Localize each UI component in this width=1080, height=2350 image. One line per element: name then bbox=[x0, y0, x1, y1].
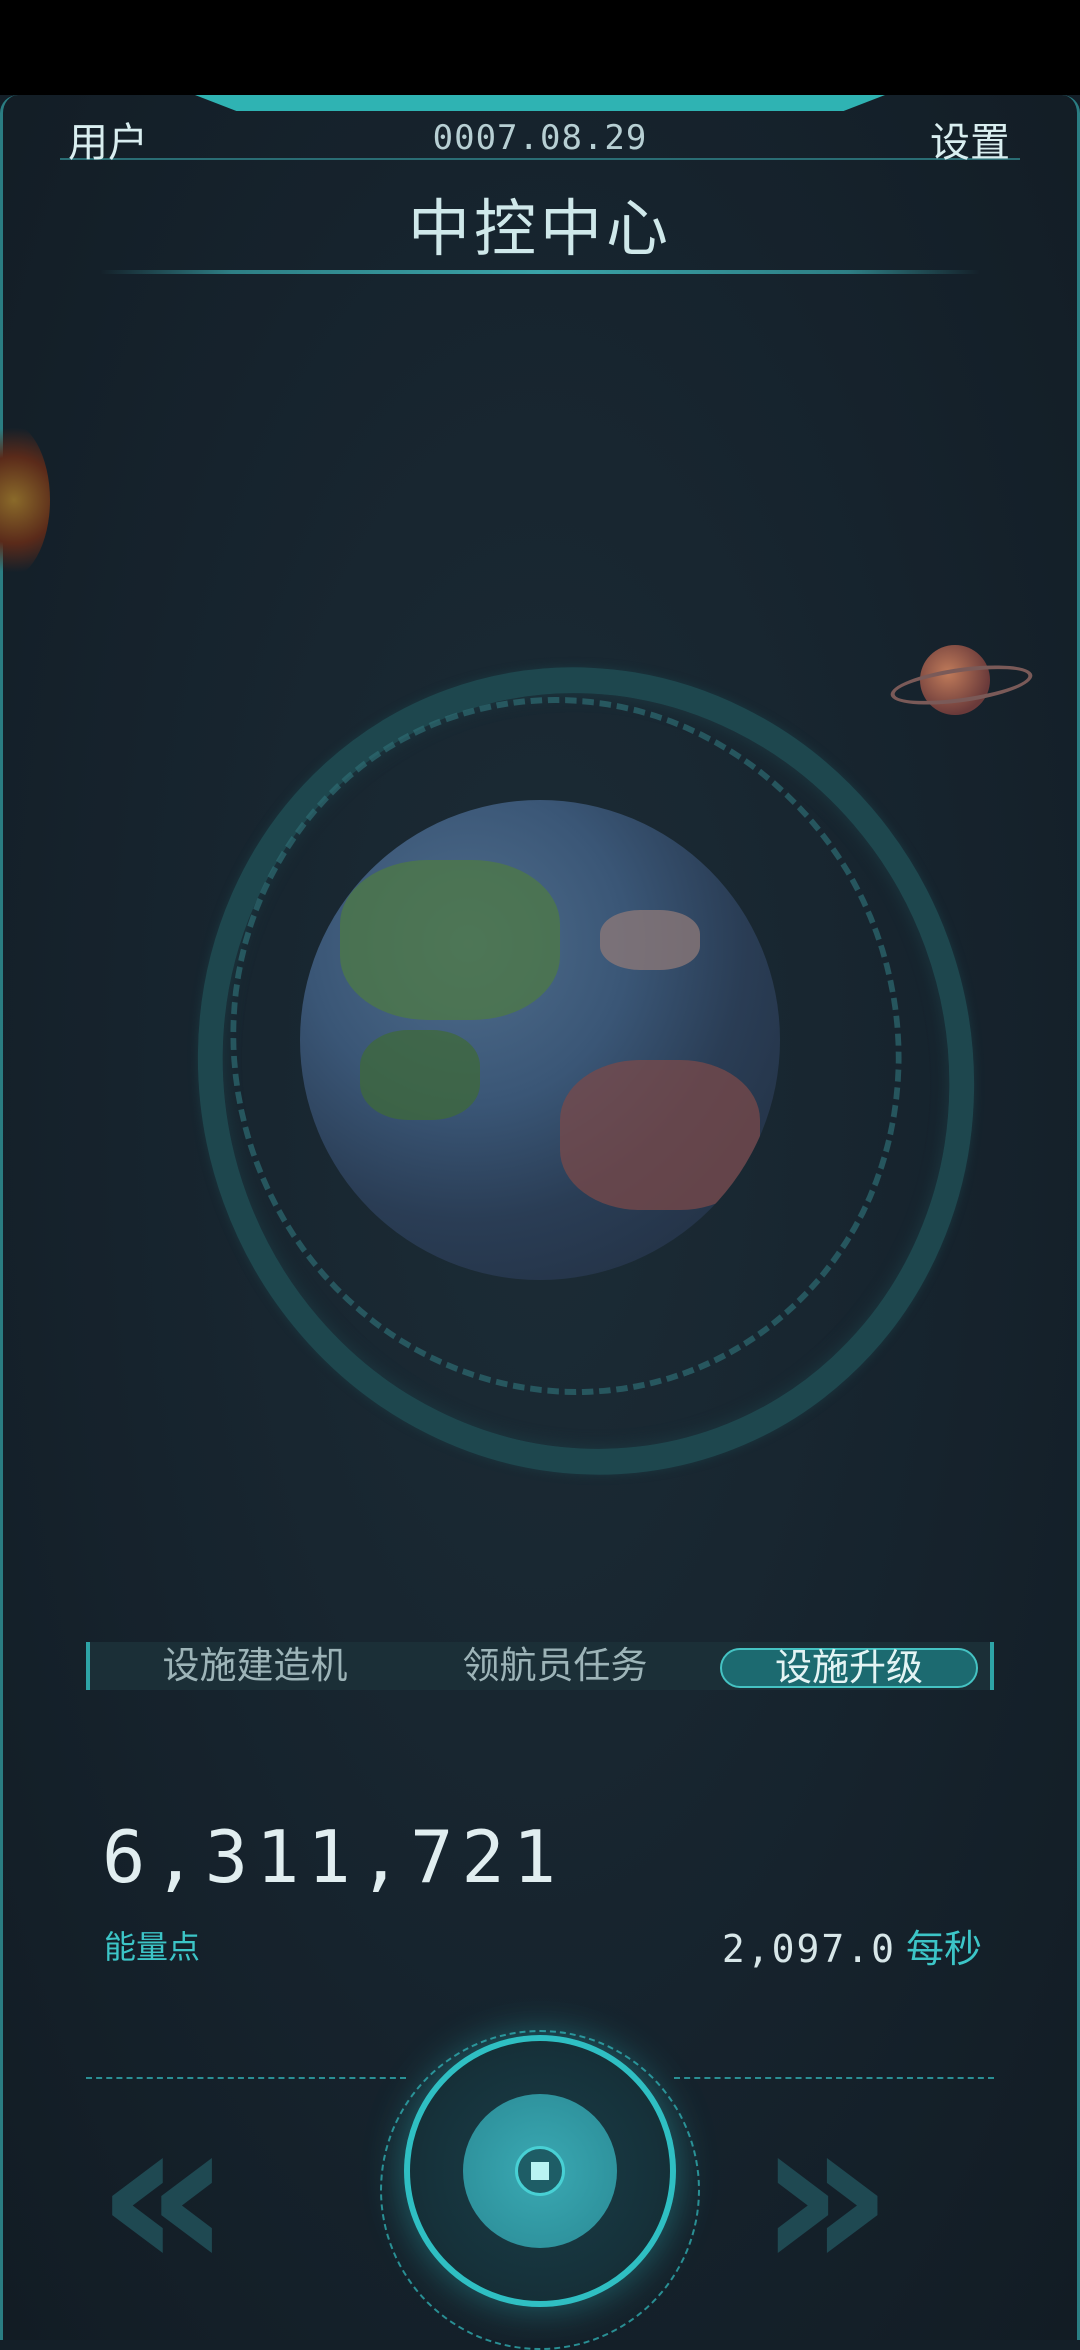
top-accent-bar bbox=[195, 95, 885, 111]
settings-button[interactable]: 设置 bbox=[930, 110, 1010, 168]
energy-points-label: 能量点 bbox=[104, 1928, 201, 1966]
planet-scene[interactable] bbox=[0, 300, 1080, 1600]
tab-facility-builder[interactable]: 设施建造机 bbox=[120, 1642, 390, 1690]
power-core-dot bbox=[531, 2162, 549, 2180]
header-divider bbox=[60, 158, 1020, 160]
double-chevron-right-icon[interactable]: » bbox=[758, 2090, 894, 2300]
tab-bar: 设施建造机 领航员任务 设施升级 bbox=[86, 1642, 994, 1690]
power-core-button[interactable] bbox=[404, 2035, 676, 2307]
energy-rate: 2,097.0 每秒 bbox=[722, 1918, 982, 1973]
double-chevron-left-icon[interactable]: « bbox=[96, 2090, 232, 2300]
game-date: 0007.08.29 bbox=[432, 118, 648, 158]
orbital-ring-inner bbox=[132, 602, 1000, 1490]
power-core-icon bbox=[515, 2146, 565, 2196]
energy-points-value: 6,311,721 bbox=[102, 1815, 565, 1899]
status-bar bbox=[0, 0, 1080, 95]
power-core-ring bbox=[463, 2094, 617, 2248]
energy-rate-unit: 每秒 bbox=[905, 1927, 982, 1971]
distant-star bbox=[0, 420, 50, 580]
page-title: 中控中心 bbox=[407, 192, 672, 265]
tab-facility-upgrade[interactable]: 设施升级 bbox=[720, 1648, 978, 1688]
title-divider bbox=[100, 270, 980, 274]
energy-rate-value: 2,097.0 bbox=[721, 1927, 896, 1971]
tab-navigator-missions[interactable]: 领航员任务 bbox=[420, 1642, 690, 1690]
